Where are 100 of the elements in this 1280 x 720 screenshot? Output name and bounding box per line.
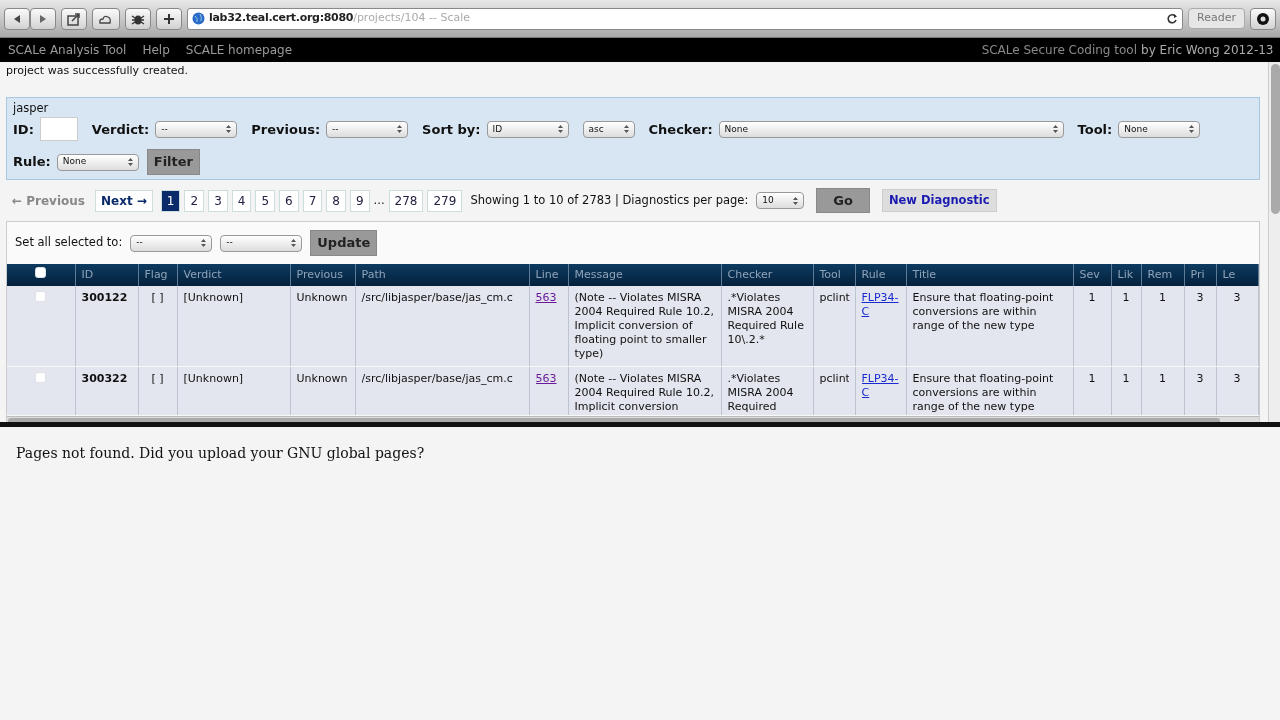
field-label: Sort by: <box>422 120 481 139</box>
nav-link[interactable]: SCALe Analysis Tool <box>8 41 127 59</box>
table-cell: Unknown <box>296 372 348 386</box>
page-button[interactable]: 4 <box>231 189 252 212</box>
table-cell: 3 <box>1196 291 1204 305</box>
table-cell: [Unknown] <box>183 372 244 386</box>
select-field[interactable]: None <box>56 153 139 171</box>
column-header: Lik <box>1111 263 1141 287</box>
updown-icon <box>557 125 563 134</box>
select-field[interactable]: None <box>1118 120 1201 138</box>
page-button[interactable]: 1 <box>160 189 181 212</box>
page-button[interactable]: 6 <box>279 189 299 212</box>
updown-icon <box>1052 125 1058 134</box>
page-button[interactable]: 278 <box>388 189 424 212</box>
share-button[interactable] <box>61 7 87 30</box>
table-cell: 3 <box>1233 291 1241 305</box>
select-field[interactable]: asc <box>582 120 635 138</box>
row-checkbox[interactable] <box>35 372 47 384</box>
page-button[interactable]: 2 <box>184 189 205 212</box>
page-button[interactable]: 7 <box>302 189 323 212</box>
table-cell: 1 <box>1122 372 1130 386</box>
select-field[interactable]: None <box>718 120 1064 138</box>
url-host: lab32.teal.cert.org:8080 <box>209 11 354 25</box>
updown-icon <box>291 239 297 247</box>
reload-icon <box>1166 12 1179 25</box>
field-label: ID: <box>13 120 34 139</box>
table-cell: .*Violates MISRA 2004 Required <box>727 372 794 414</box>
bulk-label: Set all selected to: <box>15 234 123 252</box>
update-button[interactable]: Update <box>310 230 378 256</box>
column-header: Flag <box>138 263 177 287</box>
project-name: jasper <box>13 100 50 117</box>
address-bar[interactable]: lab32.teal.cert.org:8080/projects/104 -- Scale <box>187 7 1184 30</box>
page-button[interactable]: 8 <box>326 189 346 212</box>
table-cell: /src/libjasper/base/jas_cm.c <box>361 291 513 305</box>
select-field[interactable]: -- <box>155 120 238 138</box>
cloud-button[interactable] <box>92 7 120 30</box>
table-cell: 3 <box>1233 372 1241 386</box>
line-link[interactable]: 563 <box>535 291 557 305</box>
select-field[interactable]: -- <box>130 234 213 252</box>
id-input[interactable] <box>39 117 78 142</box>
updown-icon <box>127 158 133 166</box>
page-button[interactable]: 5 <box>255 189 276 212</box>
reader-button[interactable]: Reader <box>1188 8 1245 29</box>
select-field[interactable]: ID <box>486 120 569 138</box>
table-cell: [ ] <box>151 291 164 305</box>
not-found-message: Pages not found. Did you upload your GNU global pages? <box>16 444 426 463</box>
column-header: Sev <box>1073 263 1111 287</box>
table-cell: 3 <box>1196 372 1204 386</box>
scrollbar[interactable] <box>1267 62 1280 422</box>
column-header: Rem <box>1141 263 1184 287</box>
circle-icon <box>1256 11 1270 26</box>
forward-button[interactable] <box>30 7 56 30</box>
field-label: Tool: <box>1077 120 1113 139</box>
line-link[interactable]: 563 <box>535 372 557 386</box>
share-icon <box>67 11 81 26</box>
page-button[interactable]: 3 <box>208 189 228 212</box>
field-label: Previous: <box>251 120 321 139</box>
updown-icon <box>201 239 207 247</box>
table-cell: Unknown <box>296 291 348 305</box>
updown-icon <box>1189 125 1195 134</box>
column-header: Path <box>355 263 529 287</box>
column-header: Checker <box>721 263 813 287</box>
column-header: ID <box>75 263 138 287</box>
add-icon <box>162 11 176 26</box>
pagination-summary: Showing 1 to 10 of 2783 | Diagnostics per page: <box>470 191 749 209</box>
credit-text: SCALe Secure Coding tool <box>981 42 1137 59</box>
previous-link: ← Previous <box>11 192 86 210</box>
bug-button[interactable] <box>125 7 151 30</box>
page-button[interactable]: 279 <box>427 189 463 212</box>
select-all-checkbox[interactable] <box>35 266 47 278</box>
table-cell: pclint <box>819 291 850 305</box>
updown-icon <box>793 196 799 205</box>
new-diagnostic-link[interactable]: New Diagnostic <box>881 188 997 213</box>
page-button[interactable]: 9 <box>349 189 370 212</box>
updown-icon <box>226 125 232 134</box>
field-label: Verdict: <box>91 120 150 139</box>
next-button[interactable]: Next → <box>94 189 153 212</box>
column-header: Previous <box>290 263 355 287</box>
filter-button[interactable]: Filter <box>146 149 200 175</box>
back-button[interactable] <box>4 7 30 30</box>
column-header: Pri <box>1184 263 1216 287</box>
table-cell: Ensure that floating-point conversions are within range of the new type <box>912 291 1054 333</box>
author-credit: by Eric Wong 2012-13 <box>1141 42 1274 59</box>
per-page-select[interactable]: 10 <box>756 192 805 209</box>
updown-icon <box>623 125 629 134</box>
nav-link[interactable]: Help <box>142 41 170 59</box>
select-field[interactable]: -- <box>326 120 409 138</box>
field-label: Checker: <box>648 120 713 139</box>
add-button[interactable] <box>156 7 182 30</box>
table-cell: (Note -- Violates MISRA 2004 Required Rule 10.2, Implicit conversion <box>574 372 714 414</box>
column-header: Rule <box>855 263 906 287</box>
nav-link[interactable]: SCALE homepage <box>185 41 293 59</box>
field-label: Rule: <box>13 153 51 172</box>
table-cell: [ ] <box>151 372 164 386</box>
downloads-button[interactable] <box>1250 7 1276 30</box>
column-header: Line <box>529 263 568 287</box>
go-button[interactable]: Go <box>816 187 870 214</box>
table-cell: 1 <box>1159 372 1166 386</box>
row-checkbox[interactable] <box>35 291 47 303</box>
select-field[interactable]: -- <box>220 234 303 252</box>
